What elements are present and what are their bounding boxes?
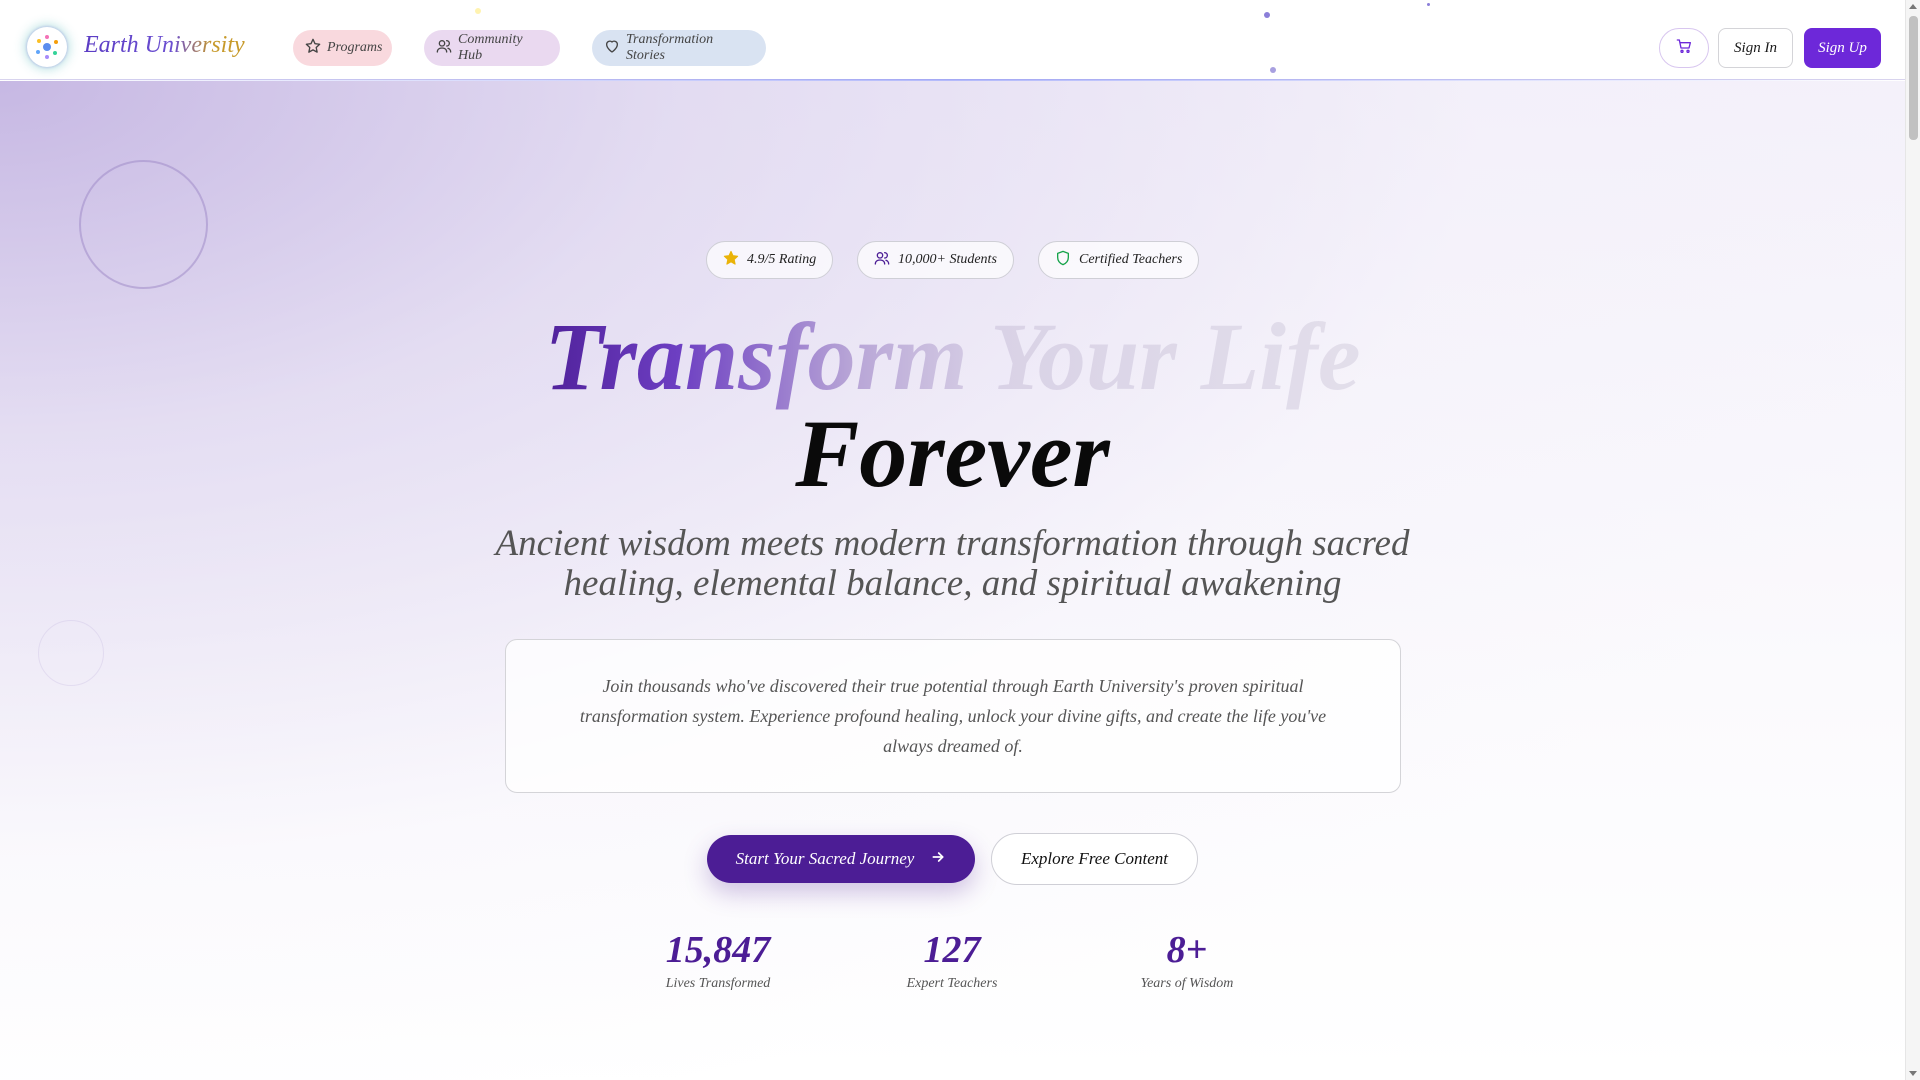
decor-dot bbox=[1264, 12, 1270, 18]
nav-transformation-stories-label: Transformation Stories bbox=[626, 32, 714, 63]
scroll-thumb[interactable] bbox=[1909, 16, 1918, 140]
stat-expert-teachers: 127 Expert Teachers bbox=[852, 928, 1052, 992]
rating-badge: 4.9/5 Rating bbox=[706, 241, 833, 279]
decorative-circle bbox=[79, 160, 208, 289]
brand-name[interactable]: Earth University bbox=[84, 32, 245, 59]
hero-subtitle: Ancient wisdom meets modern transformati… bbox=[495, 523, 1410, 604]
shield-icon bbox=[1055, 250, 1071, 271]
site-header: Earth University Programs Community Hub … bbox=[0, 0, 1905, 81]
logo-icon[interactable] bbox=[27, 27, 67, 67]
scroll-down-arrow[interactable] bbox=[1909, 1071, 1917, 1076]
arrow-right-icon bbox=[930, 849, 946, 870]
hero-title-line1: Transform Your Life bbox=[0, 307, 1905, 407]
sign-in-button[interactable]: Sign In bbox=[1718, 28, 1793, 68]
explore-free-content-button[interactable]: Explore Free Content bbox=[991, 833, 1198, 885]
stat-value: 8+ bbox=[1166, 929, 1208, 971]
cart-button[interactable] bbox=[1659, 28, 1709, 68]
hero-description: Join thousands who've discovered their t… bbox=[579, 676, 1327, 756]
description-card: Join thousands who've discovered their t… bbox=[505, 639, 1401, 793]
users-icon bbox=[436, 38, 452, 59]
students-badge: 10,000+ Students bbox=[857, 241, 1014, 279]
decor-dot bbox=[1427, 3, 1430, 6]
star-filled-icon bbox=[723, 250, 739, 271]
stat-label: Lives Transformed bbox=[665, 976, 771, 991]
stat-label: Expert Teachers bbox=[906, 976, 998, 991]
users-icon bbox=[874, 250, 890, 271]
page-scrollbar[interactable] bbox=[1905, 0, 1920, 1080]
scroll-up-arrow[interactable] bbox=[1909, 4, 1917, 9]
start-journey-label: Start Your Sacred Journey bbox=[735, 849, 915, 868]
decorative-circle bbox=[38, 620, 104, 686]
start-journey-button[interactable]: Start Your Sacred Journey bbox=[707, 835, 975, 883]
heart-icon bbox=[604, 38, 620, 59]
stat-value: 127 bbox=[923, 929, 981, 971]
nav-community-hub-label: Community Hub bbox=[458, 32, 523, 63]
star-icon bbox=[305, 38, 321, 59]
nav-programs-label: Programs bbox=[327, 40, 383, 55]
decor-dot bbox=[475, 8, 481, 14]
teachers-badge: Certified Teachers bbox=[1038, 241, 1199, 279]
students-badge-label: 10,000+ Students bbox=[898, 252, 997, 267]
rating-badge-label: 4.9/5 Rating bbox=[747, 252, 817, 267]
stat-lives-transformed: 15,847 Lives Transformed bbox=[618, 928, 818, 992]
nav-transformation-stories[interactable]: Transformation Stories bbox=[592, 30, 766, 66]
nav-community-hub[interactable]: Community Hub bbox=[424, 30, 560, 66]
stat-years-of-wisdom: 8+ Years of Wisdom bbox=[1087, 928, 1287, 992]
teachers-badge-label: Certified Teachers bbox=[1079, 252, 1183, 267]
stat-value: 15,847 bbox=[665, 929, 771, 971]
stat-label: Years of Wisdom bbox=[1140, 976, 1234, 991]
decor-dot bbox=[1270, 67, 1276, 73]
hero-title-line2: Forever bbox=[795, 400, 1110, 507]
cart-icon bbox=[1676, 38, 1692, 59]
sign-up-button[interactable]: Sign Up bbox=[1804, 28, 1881, 68]
nav-programs[interactable]: Programs bbox=[293, 30, 392, 66]
